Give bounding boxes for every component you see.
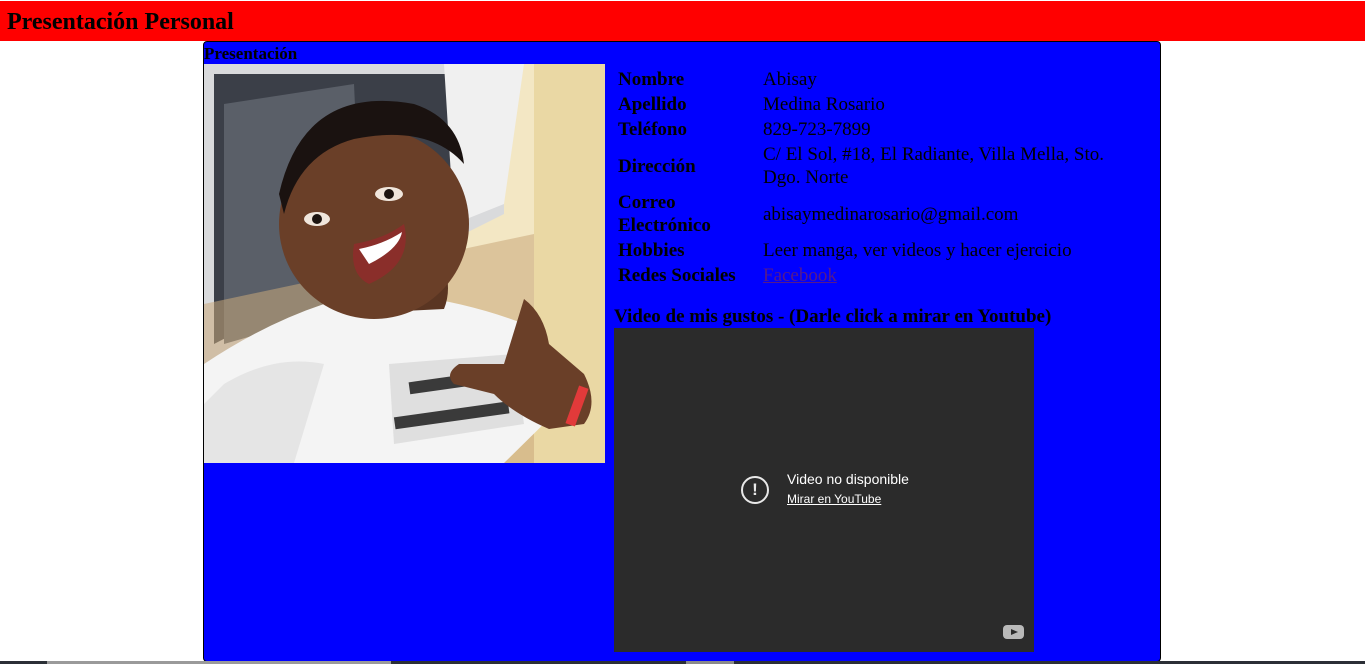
watch-on-youtube-link[interactable]: Mirar en YouTube bbox=[787, 492, 881, 507]
info-value: Leer manga, ver videos y hacer ejercicio bbox=[763, 240, 1072, 261]
info-row-direccion: Dirección C/ El Sol, #18, El Radiante, V… bbox=[617, 143, 1128, 189]
info-label: Correo Electrónico bbox=[618, 192, 711, 236]
alert-circle-icon: ! bbox=[741, 476, 769, 504]
info-label: Teléfono bbox=[618, 119, 687, 140]
profile-photo bbox=[204, 64, 605, 463]
info-label: Redes Sociales bbox=[618, 265, 736, 286]
info-value: Facebook bbox=[762, 264, 1128, 287]
info-value: Abisay bbox=[763, 69, 817, 90]
info-label: Nombre bbox=[618, 69, 685, 90]
info-row-telefono: Teléfono 829-723-7899 bbox=[617, 118, 1128, 141]
facebook-link[interactable]: Facebook bbox=[763, 265, 837, 286]
info-label: Dirección bbox=[618, 155, 696, 177]
info-row-redes: Redes Sociales Facebook bbox=[617, 264, 1128, 287]
video-unavailable-message: Video no disponible bbox=[787, 471, 909, 487]
info-value: 829-723-7899 bbox=[763, 119, 871, 140]
profile-photo-illustration bbox=[204, 64, 605, 463]
info-label: Apellido bbox=[618, 94, 687, 115]
info-row-nombre: Nombre Abisay bbox=[617, 68, 1128, 91]
card-title: Presentación bbox=[204, 44, 298, 63]
page-header: Presentación Personal bbox=[0, 1, 1365, 41]
info-value: C/ El Sol, #18, El Radiante, Villa Mella… bbox=[763, 144, 1105, 188]
info-value: Medina Rosario bbox=[763, 94, 885, 115]
presentation-card: Presentación Nombre Abisay Apellido Medi… bbox=[203, 41, 1161, 662]
info-row-apellido: Apellido Medina Rosario bbox=[617, 93, 1128, 116]
youtube-logo-icon[interactable] bbox=[1003, 625, 1024, 639]
video-title: Video de mis gustos - (Darle click a mir… bbox=[614, 306, 1052, 327]
info-value: abisaymedinarosario@gmail.com bbox=[763, 203, 1019, 225]
info-label: Hobbies bbox=[618, 240, 685, 261]
video-player[interactable]: ! Video no disponible Mirar en YouTube bbox=[614, 328, 1034, 652]
page-title: Presentación Personal bbox=[7, 9, 234, 35]
info-row-correo: Correo Electrónico abisaymedinarosario@g… bbox=[617, 191, 1128, 237]
info-row-hobbies: Hobbies Leer manga, ver videos y hacer e… bbox=[617, 239, 1128, 262]
profile-info-table: Nombre Abisay Apellido Medina Rosario Te… bbox=[615, 66, 1130, 289]
